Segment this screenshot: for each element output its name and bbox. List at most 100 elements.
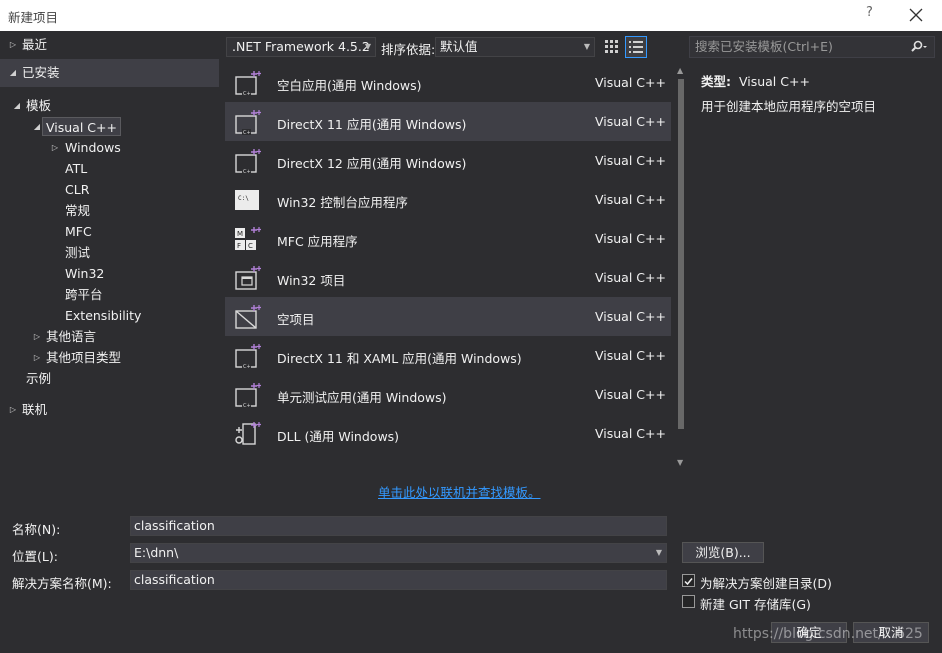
template-list-scrollbar[interactable]: ▲ ▼ [674, 63, 688, 469]
tree-item[interactable]: ◢ 已安装 [0, 59, 219, 87]
collapsed-arrow-icon[interactable]: ▷ [50, 137, 60, 158]
expanded-arrow-icon[interactable]: ◢ [8, 59, 18, 87]
template-row[interactable]: C+ DirectX 11 和 XAML 应用(通用 Windows) Visual… [225, 336, 671, 375]
template-language: Visual C++ [595, 309, 666, 324]
tree-item[interactable]: ATL [0, 158, 219, 179]
template-row[interactable]: C:\ Win32 控制台应用程序 Visual C++ [225, 180, 671, 219]
tree-item[interactable]: 测试 [0, 242, 219, 263]
type-label: 类型: [701, 74, 731, 89]
tree-item[interactable]: ▷ 联机 [0, 399, 219, 420]
sort-label: 排序依据: [381, 42, 436, 57]
list-view-icon[interactable] [625, 36, 647, 58]
template-type: 类型: Visual C++ [701, 71, 810, 90]
template-name: 单元测试应用(通用 Windows) [277, 390, 447, 405]
solution-name-value: classification [134, 572, 215, 587]
template-language: Visual C++ [595, 192, 666, 207]
location-field[interactable]: E:\dnn\ ▼ [130, 543, 667, 563]
chevron-down-icon[interactable]: ▼ [656, 544, 662, 562]
tree-item[interactable]: ▷ 最近 [0, 34, 219, 55]
expanded-arrow-icon[interactable]: ◢ [12, 95, 22, 116]
scrollbar-thumb[interactable] [678, 79, 684, 429]
tree-item[interactable]: ◢ Visual C++ [0, 116, 219, 137]
tree-item[interactable]: 示例 [0, 368, 219, 389]
grid-view-icon[interactable] [603, 38, 621, 56]
template-row[interactable]: Win32 项目 Visual C++ [225, 258, 671, 297]
help-button[interactable]: ? [866, 5, 873, 20]
tree-item[interactable]: MFC [0, 221, 219, 242]
scroll-down-icon[interactable]: ▼ [677, 458, 683, 467]
framework-value: .NET Framework 4.5.2 [232, 39, 370, 54]
tree-item-label: 测试 [65, 245, 91, 260]
collapsed-arrow-icon[interactable]: ▷ [32, 347, 42, 368]
framework-select[interactable]: .NET Framework 4.5.2 ▼ [226, 37, 376, 57]
svg-text:C+: C+ [243, 169, 251, 175]
tree-item[interactable]: ▷ 其他语言 [0, 326, 219, 347]
tree-item[interactable]: 常规 [0, 200, 219, 221]
console-app-icon: C:\ [233, 186, 261, 214]
directx-app-icon: C+ [233, 108, 262, 136]
tree-item-label: Windows [65, 140, 121, 155]
expanded-arrow-icon[interactable]: ◢ [32, 116, 42, 137]
tree-item[interactable]: ▷ Windows [0, 137, 219, 158]
create-dir-checkbox[interactable] [682, 574, 695, 587]
template-row[interactable]: M F C MFC 应用程序 Visual C++ [225, 219, 671, 258]
template-language: Visual C++ [595, 153, 666, 168]
collapsed-arrow-icon[interactable]: ▷ [32, 326, 42, 347]
location-label: 位置(L): [12, 549, 58, 564]
tree-item[interactable]: ◢ 模板 [0, 95, 219, 116]
template-row[interactable]: C+ 空白应用(通用 Windows) Visual C++ [225, 63, 671, 102]
tree-item[interactable]: ▷ 其他项目类型 [0, 347, 219, 368]
sort-select[interactable]: 默认值 ▼ [435, 37, 595, 57]
tree-item[interactable]: Win32 [0, 263, 219, 284]
collapsed-arrow-icon[interactable]: ▷ [8, 34, 18, 55]
scroll-up-icon[interactable]: ▲ [677, 66, 683, 75]
search-icon[interactable] [910, 40, 928, 54]
tree-item-label: 示例 [26, 371, 52, 386]
template-language: Visual C++ [595, 348, 666, 363]
name-field[interactable]: classification [130, 516, 667, 536]
sort-value: 默认值 [440, 39, 478, 54]
tree-item[interactable]: 跨平台 [0, 284, 219, 305]
tree-item-label: 已安装 [22, 65, 60, 80]
location-value: E:\dnn\ [134, 545, 179, 560]
template-language: Visual C++ [595, 75, 666, 90]
close-icon[interactable] [906, 5, 926, 25]
svg-text:C:\: C:\ [238, 195, 249, 202]
online-templates-link[interactable]: 单击此处以联机并查找模板。 [378, 482, 541, 501]
tree-item-label: 最近 [22, 37, 48, 52]
tree-item-label: CLR [65, 182, 90, 197]
tree-item-label: ATL [65, 161, 88, 176]
template-row[interactable]: C+ DirectX 12 应用(通用 Windows) Visual C++ [225, 141, 671, 180]
tree-item[interactable]: CLR [0, 179, 219, 200]
tree-item-label: 跨平台 [65, 287, 103, 302]
watermark: https://blog.csdn.net/...625 [733, 626, 923, 642]
tree-item-label: 模板 [26, 98, 52, 113]
directx-xaml-app-icon: C+ [233, 342, 262, 370]
template-name: 空项目 [277, 312, 315, 327]
window-title: 新建项目 [8, 10, 59, 25]
browse-button[interactable]: 浏览(B)... [682, 542, 764, 563]
tree-item[interactable]: Extensibility [0, 305, 219, 326]
svg-text:C+: C+ [243, 403, 251, 409]
search-input[interactable]: 搜索已安装模板(Ctrl+E) [689, 36, 935, 58]
empty-project-icon [233, 303, 262, 331]
template-row[interactable]: DLL (通用 Windows) Visual C++ [225, 414, 671, 453]
template-tree: ▷ 最近 ◢ 已安装 ◢ 模板 ◢ Visual C++ ▷ Windows ATL CLR 常规 MFC… [0, 31, 219, 506]
unit-test-app-icon: C+ [233, 381, 262, 409]
type-value: Visual C++ [738, 74, 810, 89]
template-row[interactable]: C+ DirectX 11 应用(通用 Windows) Visual C++ [225, 102, 671, 141]
mfc-app-icon: MFC [233, 225, 262, 253]
solution-name-field[interactable]: classification [130, 570, 667, 590]
template-language: Visual C++ [595, 270, 666, 285]
template-name: Win32 控制台应用程序 [277, 195, 408, 210]
directx-app-icon: C+ [233, 147, 262, 175]
template-name: MFC 应用程序 [277, 234, 358, 249]
template-name: DirectX 11 应用(通用 Windows) [277, 117, 467, 132]
template-row[interactable]: C+ 单元测试应用(通用 Windows) Visual C++ [225, 375, 671, 414]
name-value: classification [134, 518, 215, 533]
template-row[interactable]: 空项目 Visual C++ [225, 297, 671, 336]
template-language: Visual C++ [595, 426, 666, 441]
template-name: DirectX 12 应用(通用 Windows) [277, 156, 467, 171]
git-checkbox[interactable] [682, 595, 695, 608]
collapsed-arrow-icon[interactable]: ▷ [8, 399, 18, 420]
